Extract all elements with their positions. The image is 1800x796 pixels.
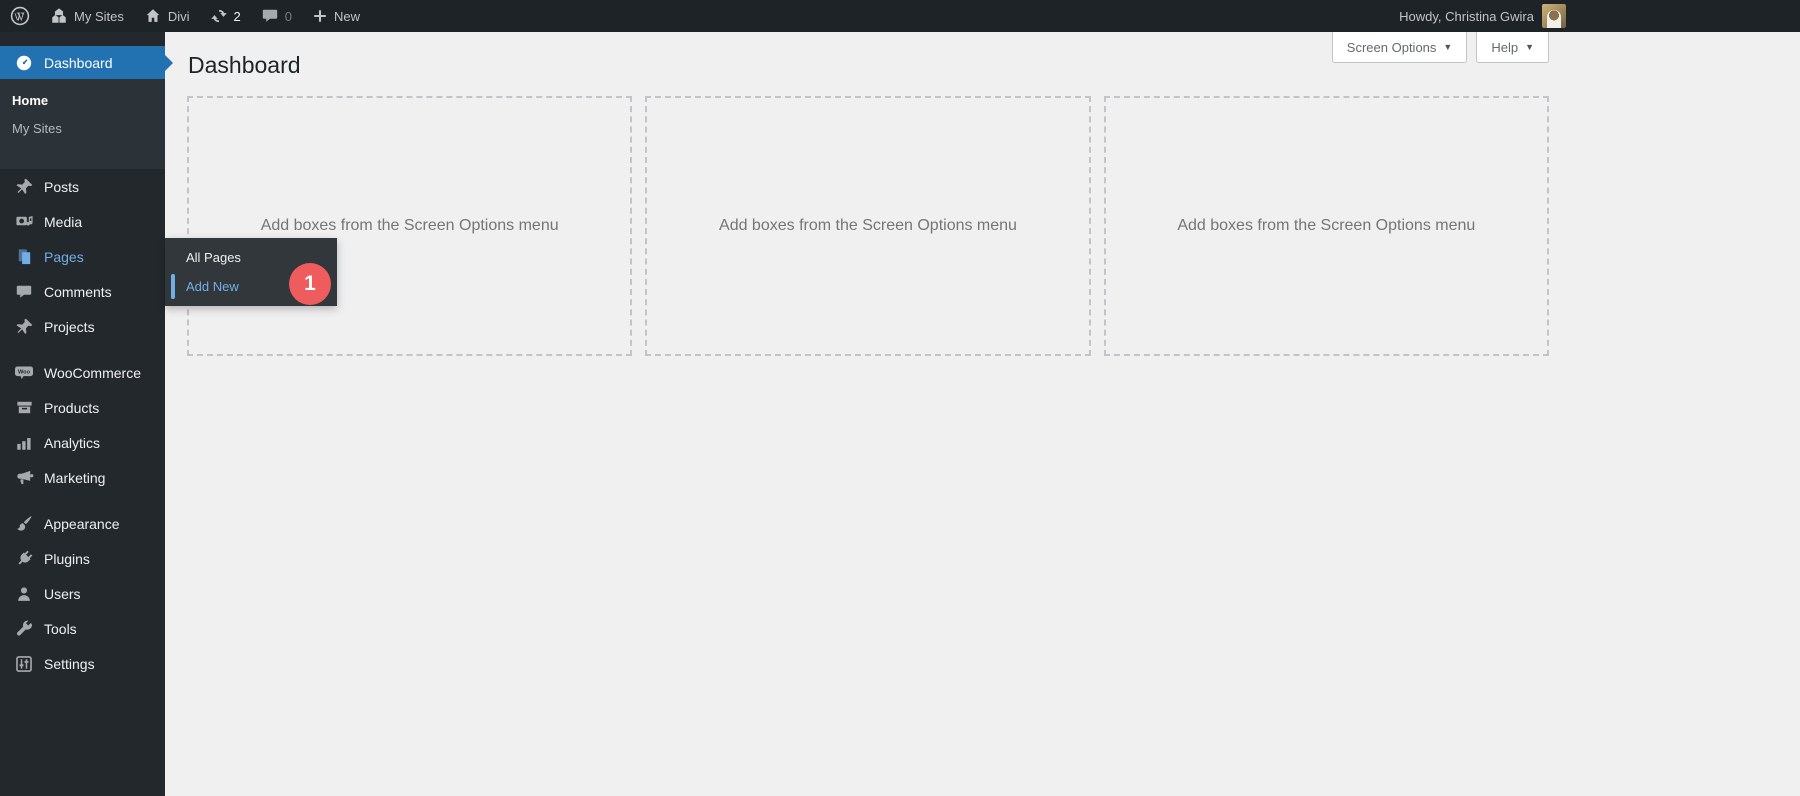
metabox-column-1: Add boxes from the Screen Options menu [187, 96, 633, 356]
sidebar-item-comments[interactable]: Comments [0, 274, 165, 309]
sidebar-item-label: Comments [44, 283, 112, 300]
placeholder-text: Add boxes from the Screen Options menu [719, 217, 1017, 234]
sidebar-item-projects[interactable]: Projects [0, 309, 165, 344]
bar-chart-icon [14, 433, 34, 453]
sidebar-item-label: Pages [44, 248, 84, 265]
dashboard-gauge-icon [14, 53, 34, 73]
new-label: New [333, 8, 360, 24]
pushpin-icon [14, 317, 34, 337]
plug-icon [14, 549, 34, 569]
wordpress-logo[interactable] [0, 0, 40, 32]
current-item-indicator [171, 274, 175, 299]
sidebar-item-label: Marketing [44, 469, 106, 486]
sidebar-item-analytics[interactable]: Analytics [0, 425, 165, 460]
admin-sidebar: Dashboard Home My Sites Posts Media Page… [0, 32, 173, 796]
sidebar-item-posts[interactable]: Posts [0, 169, 165, 204]
sidebar-item-media[interactable]: Media [0, 204, 165, 239]
svg-text:Woo: Woo [18, 369, 31, 375]
my-sites-icon [52, 8, 66, 23]
screen-options-button[interactable]: Screen Options ▼ [1331, 32, 1468, 63]
dashboard-submenu: Home My Sites [0, 79, 165, 169]
chevron-down-icon: ▼ [1525, 41, 1534, 52]
sidebar-item-label: Appearance [44, 515, 120, 532]
pages-icon [14, 247, 34, 267]
sidebar-item-label: Analytics [44, 434, 101, 451]
my-sites-menu[interactable]: My Sites [40, 0, 134, 32]
site-menu[interactable]: Divi [134, 0, 200, 32]
updates-count: 2 [233, 8, 241, 24]
updates-menu[interactable]: 2 [200, 0, 251, 32]
sidebar-item-label: Users [44, 585, 81, 602]
admin-bar: My Sites Divi 2 0 New Howdy, Christina G… [0, 0, 1800, 32]
updates-icon [210, 9, 227, 23]
sidebar-item-label: Projects [44, 318, 95, 335]
header-tabs: Screen Options ▼ Help ▼ [1331, 32, 1549, 63]
sidebar-item-label: Posts [44, 178, 80, 195]
woocommerce-icon: Woo [14, 363, 34, 383]
chevron-down-icon: ▼ [1443, 41, 1453, 52]
metabox-column-2: Add boxes from the Screen Options menu [645, 96, 1091, 356]
new-content-menu[interactable]: New [302, 0, 370, 32]
sidebar-item-pages[interactable]: Pages [0, 239, 172, 274]
comment-bubble-icon [262, 9, 277, 22]
sidebar-subitem-my-sites[interactable]: My Sites [0, 115, 165, 143]
sidebar-item-tools[interactable]: Tools [0, 611, 165, 646]
account-menu[interactable]: Howdy, Christina Gwira [1399, 4, 1800, 28]
sidebar-item-woocommerce[interactable]: Woo WooCommerce [0, 355, 165, 390]
main-content: Dashboard Screen Options ▼ Help ▼ Add bo… [165, 32, 1800, 796]
sidebar-item-label: Plugins [44, 550, 90, 567]
sidebar-item-dashboard[interactable]: Dashboard [0, 46, 173, 79]
sidebar-item-appearance[interactable]: Appearance [0, 506, 165, 541]
settings-sliders-icon [14, 654, 34, 674]
sidebar-item-label: Settings [44, 655, 95, 672]
wrench-icon [14, 619, 34, 639]
sidebar-item-label: Dashboard [44, 54, 113, 71]
pushpin-icon [14, 177, 34, 197]
dashboard-metabox-columns: Add boxes from the Screen Options menu A… [187, 96, 1549, 356]
sidebar-subitem-home[interactable]: Home [0, 87, 165, 115]
megaphone-icon [14, 468, 34, 488]
sidebar-item-settings[interactable]: Settings [0, 646, 165, 681]
sidebar-item-marketing[interactable]: Marketing [0, 460, 165, 495]
plus-icon [314, 10, 326, 22]
sidebar-item-plugins[interactable]: Plugins [0, 541, 165, 576]
comments-icon [14, 282, 34, 302]
user-icon [14, 584, 34, 604]
placeholder-text: Add boxes from the Screen Options menu [260, 217, 559, 234]
wordpress-logo-icon [10, 6, 30, 26]
page-title: Dashboard [188, 52, 301, 78]
sidebar-item-products[interactable]: Products [0, 390, 165, 425]
site-name-label: Divi [167, 8, 190, 24]
metabox-column-3: Add boxes from the Screen Options menu [1103, 96, 1549, 356]
sidebar-item-label: Media [44, 213, 83, 230]
my-sites-label: My Sites [74, 8, 124, 24]
pages-flyout-submenu: All Pages Add New 1 [165, 238, 337, 306]
placeholder-text: Add boxes from the Screen Options menu [1177, 217, 1476, 234]
home-icon [146, 9, 160, 22]
active-item-arrow [165, 54, 173, 71]
sidebar-item-label: Tools [44, 620, 77, 637]
step-annotation-badge: 1 [289, 263, 331, 305]
media-icon [14, 212, 34, 232]
products-box-icon [14, 398, 34, 418]
help-button[interactable]: Help ▼ [1476, 32, 1549, 63]
comments-count: 0 [284, 8, 292, 24]
avatar [1542, 4, 1566, 28]
sidebar-item-users[interactable]: Users [0, 576, 165, 611]
sidebar-item-label: WooCommerce [44, 364, 141, 381]
comments-menu[interactable]: 0 [251, 0, 302, 32]
paintbrush-icon [14, 514, 34, 534]
howdy-label: Howdy, Christina Gwira [1399, 8, 1534, 24]
sidebar-item-label: Products [44, 399, 100, 416]
